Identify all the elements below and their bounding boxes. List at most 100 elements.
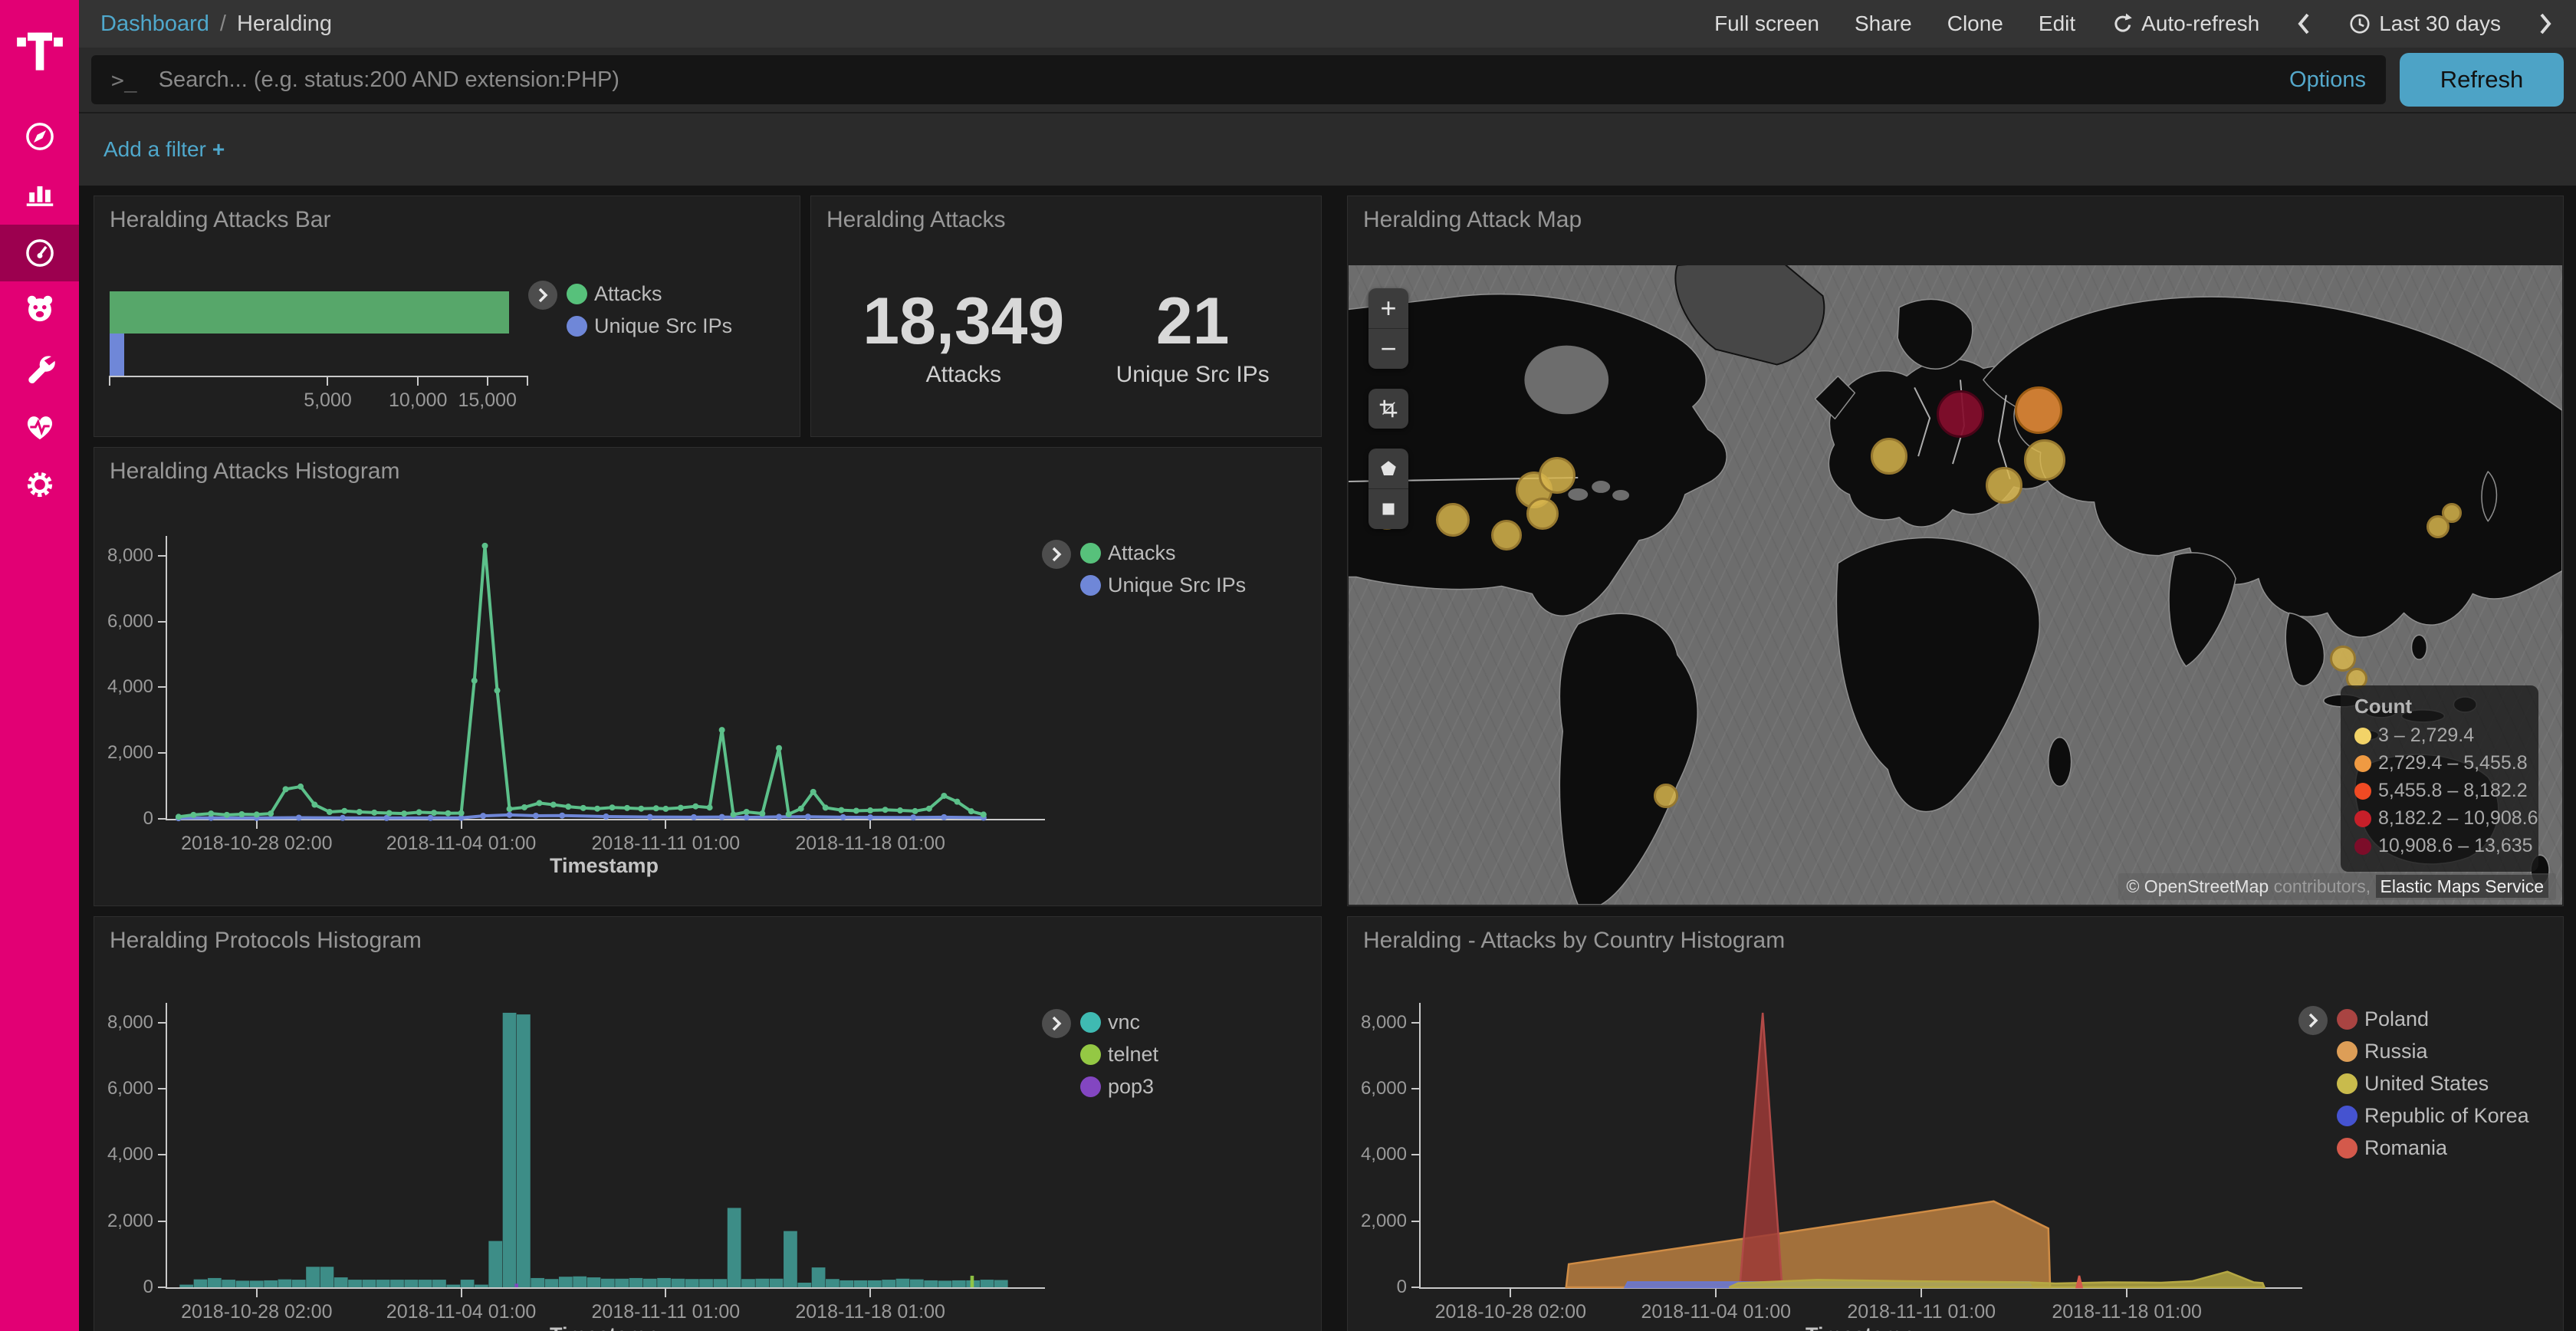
map-count-legend: Count 3 – 2,729.4 2,729.4 – 5,455.8 [2341,685,2538,872]
attack-location-marker[interactable] [1986,467,2022,504]
chevron-right-icon [2536,12,2555,36]
time-next-button[interactable] [2536,12,2555,36]
attacks-histogram-chart[interactable]: 02,0004,0006,0008,0002018-10-28 02:00201… [166,536,1045,820]
panel-attacks-histogram: Heralding Attacks Histogram 02,0004,0006… [94,447,1322,906]
attack-location-marker[interactable] [2024,439,2065,481]
legend-item[interactable]: Attacks [567,282,732,306]
sidebar-item-attack-animal[interactable] [0,281,79,337]
nav-action[interactable]: Share [1855,12,1912,36]
query-options-link[interactable]: Options [2289,67,2366,93]
crop-icon [1377,397,1400,420]
add-filter-link[interactable]: Add a filter+ [104,137,225,162]
ems-link[interactable]: Elastic Maps Service [2376,875,2548,898]
legend-item[interactable]: pop3 [1080,1075,1158,1099]
bar-Unique Src IPs[interactable] [110,334,124,376]
breadcrumb-dashboard-link[interactable]: Dashboard [100,12,209,37]
chart-legend: vnc telnet pop3 [1080,1011,1158,1099]
chevron-right-icon [1049,1014,1064,1033]
zoom-out-button[interactable]: − [1368,328,1408,369]
sidebar-item-discover[interactable] [0,108,79,165]
attack-location-marker[interactable] [2330,646,2356,672]
legend-item[interactable]: Russia [2337,1040,2529,1063]
telekom-t-icon [15,26,64,75]
chart-legend: Poland Russia United States Republic of … [2337,1007,2529,1160]
map-legend-item: 10,908.6 – 13,635 [2354,835,2525,857]
polygon-filter-button[interactable] [1368,449,1408,488]
legend-item[interactable]: Unique Src IPs [1080,573,1246,597]
sidebar-item-dashboard[interactable] [0,225,79,281]
sidebar-item-monitoring[interactable] [0,399,79,455]
bounding-box-group [1368,389,1408,429]
attack-location-marker[interactable] [1526,498,1559,530]
world-map[interactable]: + − [1349,265,2562,905]
sidebar-item-dev-tools[interactable] [0,340,79,396]
legend-color-dot [2337,1138,2358,1158]
telekom-logo[interactable] [0,12,79,89]
breadcrumb-current: Heralding [237,12,332,37]
attack-location-marker[interactable] [1937,390,1984,438]
legend-color-dot [2337,1009,2358,1030]
top-nav-bar: Dashboard / Heralding Full screenShareCl… [79,0,2576,48]
legend-item[interactable]: Attacks [1080,541,1246,565]
sidebar-item-visualize[interactable] [0,164,79,221]
attack-location-marker[interactable] [1654,784,1678,808]
time-range-picker[interactable]: Last 30 days [2348,12,2501,36]
chart-legend: Attacks Unique Src IPs [567,282,732,338]
panel-attacks-bar: Heralding Attacks Bar 5,00010,00015,000 … [94,196,800,437]
search-input[interactable] [157,67,2274,94]
legend-toggle-button[interactable] [1042,540,1071,569]
rectangle-filter-button[interactable] [1368,488,1408,529]
legend-toggle-button[interactable] [2298,1006,2328,1035]
legend-toggle-button[interactable] [528,281,557,310]
map-controls: + − [1368,288,1408,549]
legend-toggle-button[interactable] [1042,1009,1071,1038]
attack-location-marker[interactable] [1436,503,1470,537]
auto-refresh-button[interactable]: Auto-refresh [2111,12,2259,36]
legend-item[interactable]: Republic of Korea [2337,1104,2529,1128]
nav-action[interactable]: Clone [1947,12,2003,36]
time-prev-button[interactable] [2295,12,2313,36]
draw-tools-group [1368,449,1408,529]
legend-item[interactable]: Romania [2337,1136,2529,1160]
attack-location-marker[interactable] [1871,438,1907,475]
osm-link[interactable]: © OpenStreetMap [2126,876,2269,896]
bar-Attacks[interactable] [110,291,509,334]
panel-title: Heralding Attacks [826,207,1005,233]
metric-value: 18,349 [863,288,1064,354]
legend-item[interactable]: telnet [1080,1043,1158,1066]
x-axis-label: Timestamp [550,1323,659,1331]
time-controls: Auto-refresh Last 30 days [2111,12,2555,36]
protocols-histogram-chart[interactable]: 02,0004,0006,0008,0002018-10-28 02:00201… [166,1003,1045,1289]
sidebar-item-management[interactable] [0,456,79,513]
legend-item[interactable]: United States [2337,1072,2529,1096]
map-legend-item: 3 – 2,729.4 [2354,725,2525,747]
legend-color-dot [2337,1041,2358,1062]
bounding-box-filter-button[interactable] [1368,389,1408,429]
app-sidebar [0,0,79,1331]
legend-color-dot [2354,755,2371,772]
attack-location-marker[interactable] [1491,520,1522,550]
wrench-icon [22,350,58,386]
zoom-in-button[interactable]: + [1368,288,1408,328]
search-box[interactable]: >_ Options [91,55,2386,104]
bar-chart-icon [22,175,58,210]
metric-value: 21 [1116,288,1270,354]
legend-color-dot [1080,575,1101,596]
attacks-bar-chart[interactable]: 5,00010,00015,000 [110,288,527,377]
nav-action[interactable]: Edit [2039,12,2075,36]
legend-item[interactable]: Unique Src IPs [567,314,732,338]
refresh-button[interactable]: Refresh [2400,53,2564,107]
legend-color-dot [567,316,587,337]
legend-color-dot [1080,1012,1101,1033]
legend-item[interactable]: vnc [1080,1011,1158,1034]
legend-color-dot [2337,1073,2358,1094]
country-histogram-chart[interactable]: 02,0004,0006,0008,0002018-10-28 02:00201… [1419,1003,2302,1289]
attack-location-marker[interactable] [2442,503,2462,523]
nav-action[interactable]: Full screen [1714,12,1819,36]
legend-item[interactable]: Poland [2337,1007,2529,1031]
attack-location-marker[interactable] [2015,386,2062,434]
attack-location-marker[interactable] [1539,457,1576,494]
panel-title: Heralding Attacks Bar [110,207,330,233]
compass-icon [22,119,58,154]
search-bar-row: >_ Options Refresh [79,48,2576,112]
